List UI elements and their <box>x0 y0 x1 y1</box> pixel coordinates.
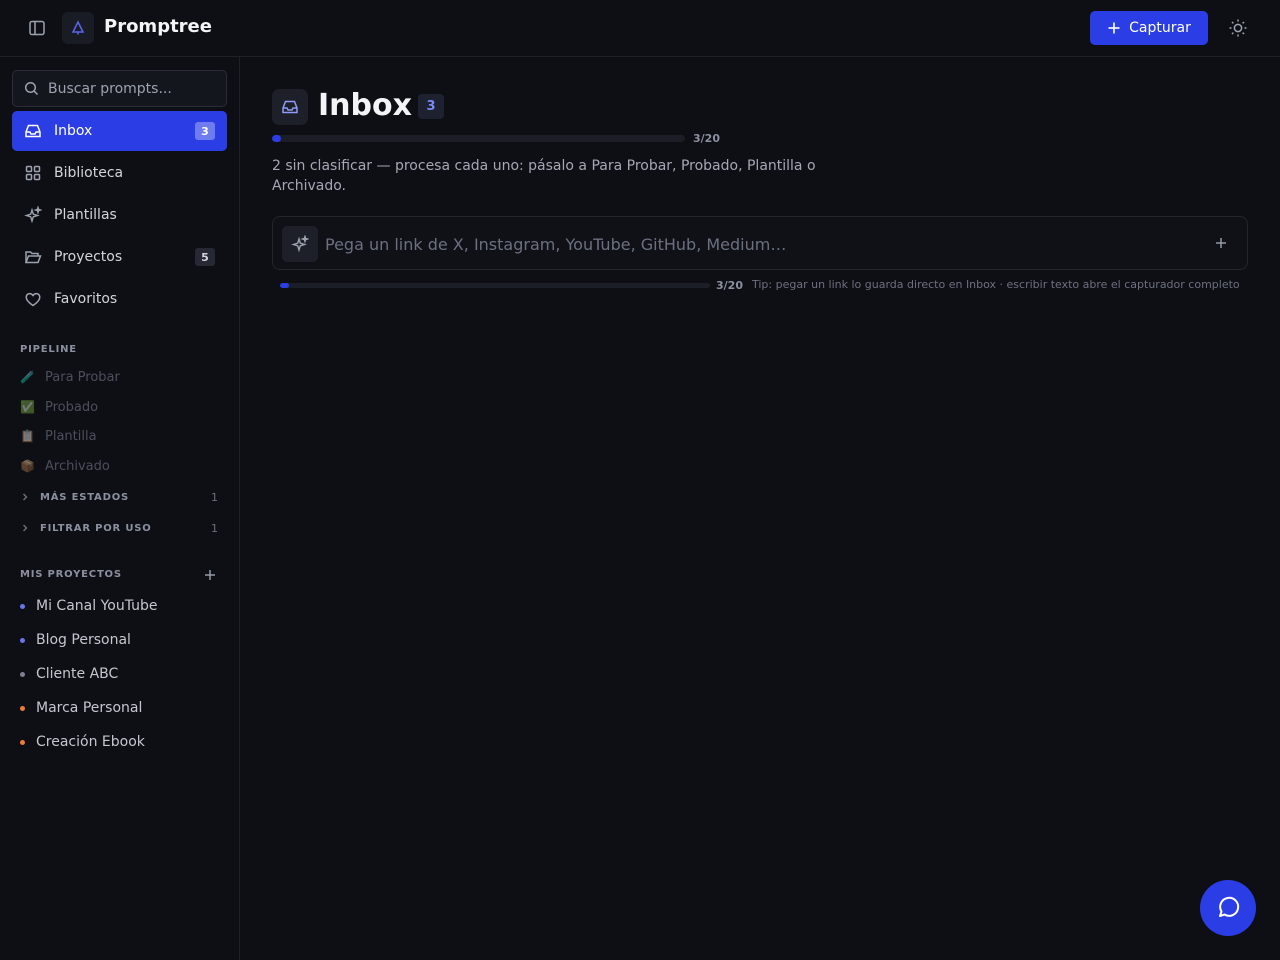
project-color-dot <box>20 671 25 677</box>
project-item[interactable]: Marca Personal <box>20 697 142 719</box>
project-label: Creación Ebook <box>36 734 145 750</box>
add-link-button[interactable] <box>1212 234 1230 252</box>
inbox-icon <box>272 89 308 125</box>
sparkles-icon <box>24 206 42 224</box>
add-project-button[interactable] <box>201 566 219 584</box>
sidebar-toggle-icon[interactable] <box>26 17 48 39</box>
link-input[interactable] <box>325 231 1185 257</box>
message-circle-icon <box>1219 896 1240 917</box>
progress-label: 3/20 <box>693 132 720 145</box>
pipeline-item-label: Archivado <box>45 458 110 474</box>
capture-progress-label: 3/20 <box>716 279 743 292</box>
chat-button[interactable] <box>1200 880 1256 936</box>
filter-by-use-toggle[interactable]: FILTRAR POR USO 1 <box>20 519 220 537</box>
project-color-dot <box>20 603 25 609</box>
filter-by-use-count: 1 <box>211 521 218 535</box>
count-badge: 5 <box>195 248 215 266</box>
more-states-toggle[interactable]: MÁS ESTADOS 1 <box>20 488 220 506</box>
package-icon: 📦 <box>20 459 35 473</box>
capture-progress-bar <box>280 283 710 288</box>
capture-button-label: Capturar <box>1129 20 1191 36</box>
app-title: Promptree <box>104 16 212 37</box>
sidebar-item-label: Inbox <box>54 123 93 139</box>
projects-section-title: MIS PROYECTOS <box>20 569 122 580</box>
project-label: Blog Personal <box>36 632 131 648</box>
sidebar-item-label: Plantillas <box>54 207 117 223</box>
page-title: Inbox <box>318 88 412 123</box>
tip-text: Tip: pegar un link lo guarda directo en … <box>752 278 1240 291</box>
sparkles-icon <box>282 226 318 262</box>
capture-button[interactable]: Capturar <box>1090 11 1208 45</box>
inbox-description: 2 sin clasificar — procesa cada uno: pás… <box>272 158 816 194</box>
top-header: Promptree Capturar <box>0 0 1280 57</box>
sidebar-item-inbox[interactable]: Inbox 3 <box>12 111 227 151</box>
project-label: Marca Personal <box>36 700 143 716</box>
project-color-dot <box>20 705 25 711</box>
pipeline-item-archivado[interactable]: 📦 Archivado <box>20 456 110 476</box>
heart-icon <box>24 290 42 308</box>
search-box[interactable] <box>12 70 227 107</box>
more-states-label: MÁS ESTADOS <box>40 491 129 503</box>
project-item[interactable]: Cliente ABC <box>20 663 118 685</box>
plus-icon <box>1108 22 1120 34</box>
sidebar-item-proyectos[interactable]: Proyectos 5 <box>12 237 227 277</box>
project-label: Mi Canal YouTube <box>36 598 158 614</box>
project-color-dot <box>20 637 25 643</box>
search-input[interactable] <box>48 80 208 97</box>
project-color-dot <box>20 739 25 745</box>
pipeline-item-label: Para Probar <box>45 369 120 385</box>
more-states-count: 1 <box>211 490 218 504</box>
sidebar: Inbox 3 Biblioteca Plantillas Proyect <box>0 57 240 960</box>
clipboard-icon: 📋 <box>20 429 35 443</box>
progress-fill <box>272 135 282 142</box>
folder-open-icon <box>24 248 42 266</box>
inbox-icon <box>24 122 42 140</box>
project-item[interactable]: Blog Personal <box>20 629 131 651</box>
chevron-right-icon <box>20 492 32 502</box>
sidebar-item-plantillas[interactable]: Plantillas <box>12 195 227 235</box>
project-item[interactable]: Mi Canal YouTube <box>20 595 158 617</box>
filter-by-use-label: FILTRAR POR USO <box>40 522 152 534</box>
inbox-progress-bar <box>272 135 685 142</box>
sidebar-item-label: Proyectos <box>54 249 123 265</box>
count-badge: 3 <box>195 122 215 140</box>
chevron-right-icon <box>20 523 32 533</box>
sidebar-item-favoritos[interactable]: Favoritos <box>12 279 227 319</box>
sidebar-item-label: Favoritos <box>54 291 118 307</box>
pipeline-item-label: Probado <box>45 399 99 415</box>
app-logo[interactable] <box>62 12 94 44</box>
project-label: Cliente ABC <box>36 666 119 682</box>
sidebar-item-biblioteca[interactable]: Biblioteca <box>12 153 227 193</box>
pipeline-item-para-probar[interactable]: 🧪 Para Probar <box>20 367 120 387</box>
grid-icon <box>24 164 42 182</box>
test-tube-icon: 🧪 <box>20 370 35 384</box>
sun-icon[interactable] <box>1226 16 1250 40</box>
pipeline-item-plantilla[interactable]: 📋 Plantilla <box>20 426 97 446</box>
progress-fill <box>280 283 290 288</box>
project-item[interactable]: Creación Ebook <box>20 731 145 753</box>
link-capture-box[interactable] <box>272 216 1248 270</box>
check-box-icon: ✅ <box>20 400 35 414</box>
pipeline-item-label: Plantilla <box>45 428 97 444</box>
pipeline-item-probado[interactable]: ✅ Probado <box>20 397 98 417</box>
title-count-badge: 3 <box>418 94 444 119</box>
plus-icon <box>1216 238 1226 248</box>
pipeline-section-title: PIPELINE <box>20 344 77 355</box>
sidebar-item-label: Biblioteca <box>54 165 124 181</box>
search-icon <box>24 81 39 96</box>
plus-icon <box>205 570 215 580</box>
logo-icon <box>71 20 85 35</box>
